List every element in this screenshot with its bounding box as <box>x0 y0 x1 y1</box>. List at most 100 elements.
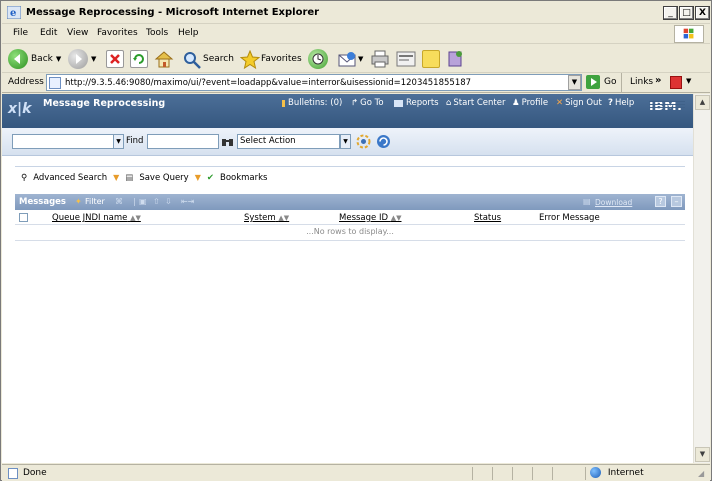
address-divider <box>621 73 622 92</box>
column-status[interactable]: Status <box>474 213 501 223</box>
address-dropdown-icon[interactable]: ▼ <box>568 75 581 90</box>
mail-button[interactable]: ▼ <box>337 48 363 70</box>
messages-table-header: Messages ✦ Filter ⌘ | ▣ ⇧ ⇩ ⇤⇥ ▤ Downloa… <box>15 194 685 210</box>
resize-grip-icon[interactable]: ◢ <box>698 469 704 478</box>
windows-logo-icon <box>674 25 704 43</box>
menu-view[interactable]: View <box>67 28 88 38</box>
start-center-link[interactable]: ⌂ Start Center <box>446 98 505 108</box>
favorites-button[interactable]: Favorites <box>239 48 302 70</box>
maximize-button[interactable]: □ <box>679 6 694 20</box>
menu-tools[interactable]: Tools <box>146 28 168 38</box>
search-button[interactable]: Search <box>182 48 234 70</box>
stop-icon[interactable] <box>106 50 124 68</box>
home-icon[interactable] <box>154 49 174 68</box>
reports-icon <box>394 99 403 107</box>
address-input[interactable]: http://9.3.5.46:9080/maximo/ui/?event=lo… <box>46 74 582 91</box>
refresh-view-icon[interactable] <box>376 134 391 149</box>
divider-icon: | <box>133 197 136 206</box>
page-status-icon <box>8 468 18 479</box>
address-url: http://9.3.5.46:9080/maximo/ui/?event=lo… <box>65 78 472 88</box>
go-arrow-icon <box>586 75 600 89</box>
next-page-icon[interactable]: ⇩ <box>165 197 172 206</box>
select-records-icon[interactable]: ▣ <box>139 197 147 206</box>
profile-icon: ♟ <box>512 98 520 108</box>
search-icon <box>182 50 201 69</box>
pdf-dropdown-icon[interactable]: ▼ <box>686 77 691 85</box>
scroll-down-icon[interactable]: ▼ <box>695 447 710 462</box>
page-content: x|k Message Reprocessing Bulletins: (0) … <box>2 94 693 463</box>
column-queue-jndi-name[interactable]: Queue JNDI name ▲▼ <box>52 213 141 223</box>
forward-dropdown-icon[interactable]: ▼ <box>91 55 96 63</box>
menu-bar: File Edit View Favorites Tools Help <box>2 24 710 44</box>
goto-link[interactable]: ↱ Go To <box>351 98 384 108</box>
edit-page-icon[interactable] <box>396 50 416 68</box>
forward-button[interactable]: ▼ <box>68 48 96 70</box>
help-link[interactable]: ? Help <box>608 98 634 108</box>
empty-table-message: ...No rows to display... <box>15 227 685 241</box>
internet-globe-icon <box>590 467 601 478</box>
row-navigation-icon[interactable]: ⇤⇥ <box>181 197 194 206</box>
filter-icon: ✦ <box>75 197 82 206</box>
profile-label: Profile <box>521 98 549 108</box>
profile-link[interactable]: ♟ Profile <box>512 98 548 108</box>
minimize-button[interactable]: _ <box>663 6 678 20</box>
download-link[interactable]: Download <box>595 198 632 207</box>
table-help-button[interactable]: ? <box>655 196 666 207</box>
bulletins-link[interactable]: Bulletins: (0) <box>282 98 342 108</box>
refresh-icon[interactable] <box>130 50 148 68</box>
sign-out-icon: ✕ <box>556 98 564 108</box>
workflow-icon[interactable] <box>356 134 371 149</box>
ibm-logo: IBM. <box>649 98 685 112</box>
mail-dropdown-icon[interactable]: ▼ <box>358 55 363 63</box>
browser-window: e Message Reprocessing - Microsoft Inter… <box>0 0 712 481</box>
help-question-icon: ? <box>608 98 613 108</box>
column-system[interactable]: System ▲▼ <box>244 213 289 223</box>
search-field-dropdown-icon[interactable]: ▼ <box>113 134 124 149</box>
pdf-icon[interactable] <box>670 76 682 89</box>
binoculars-icon[interactable] <box>222 136 233 147</box>
print-icon[interactable] <box>370 50 389 68</box>
select-action-dropdown-icon[interactable]: ▼ <box>340 134 351 149</box>
column-message-id[interactable]: Message ID ▲▼ <box>339 213 402 223</box>
forward-arrow-icon <box>68 49 88 69</box>
find-label: Find <box>126 136 144 146</box>
advanced-search-link[interactable]: Advanced Search <box>33 173 107 183</box>
binoculars-small-icon: ⚲ <box>21 172 28 183</box>
messenger-icon[interactable] <box>446 49 464 67</box>
advanced-search-dropdown-icon[interactable]: ▼ <box>113 173 119 182</box>
previous-page-icon[interactable]: ⇧ <box>153 197 160 206</box>
find-input[interactable] <box>147 134 219 149</box>
links-label[interactable]: Links <box>630 77 653 87</box>
links-chevron-icon[interactable]: » <box>655 75 661 86</box>
back-button[interactable]: Back ▼ <box>8 48 61 70</box>
vertical-scrollbar[interactable]: ▲ ▼ <box>693 94 710 463</box>
bulletins-label: Bulletins: (0) <box>288 98 343 108</box>
back-dropdown-icon[interactable]: ▼ <box>56 55 61 63</box>
bookmarks-link[interactable]: Bookmarks <box>220 173 268 183</box>
page-icon <box>49 77 61 89</box>
select-all-checkbox[interactable] <box>19 213 28 222</box>
scroll-up-icon[interactable]: ▲ <box>695 95 710 110</box>
close-button[interactable]: X <box>695 6 710 20</box>
maximo-header: x|k Message Reprocessing Bulletins: (0) … <box>2 94 693 128</box>
history-icon[interactable] <box>308 49 328 69</box>
select-action-label: Select Action <box>240 136 296 146</box>
discuss-icon[interactable] <box>422 50 440 68</box>
menu-file[interactable]: File <box>13 28 28 38</box>
menu-help[interactable]: Help <box>178 28 199 38</box>
clear-filter-icon[interactable]: ⌘ <box>115 197 123 206</box>
select-action-dropdown[interactable]: Select Action <box>237 134 340 149</box>
go-button[interactable]: Go <box>586 75 616 89</box>
browser-toolbar: Back ▼ ▼ Search Favorites ▼ <box>2 45 710 73</box>
column-error-message: Error Message <box>539 213 600 223</box>
save-query-link[interactable]: Save Query <box>139 173 188 183</box>
sign-out-link[interactable]: ✕ Sign Out <box>556 98 602 108</box>
window-title: Message Reprocessing - Microsoft Interne… <box>26 7 320 18</box>
menu-favorites[interactable]: Favorites <box>97 28 138 38</box>
search-field-select[interactable] <box>12 134 114 149</box>
menu-edit[interactable]: Edit <box>40 28 57 38</box>
reports-link[interactable]: Reports <box>394 98 439 108</box>
save-query-dropdown-icon[interactable]: ▼ <box>195 173 201 182</box>
collapse-table-button[interactable]: – <box>671 196 682 207</box>
filter-link[interactable]: Filter <box>85 197 105 206</box>
